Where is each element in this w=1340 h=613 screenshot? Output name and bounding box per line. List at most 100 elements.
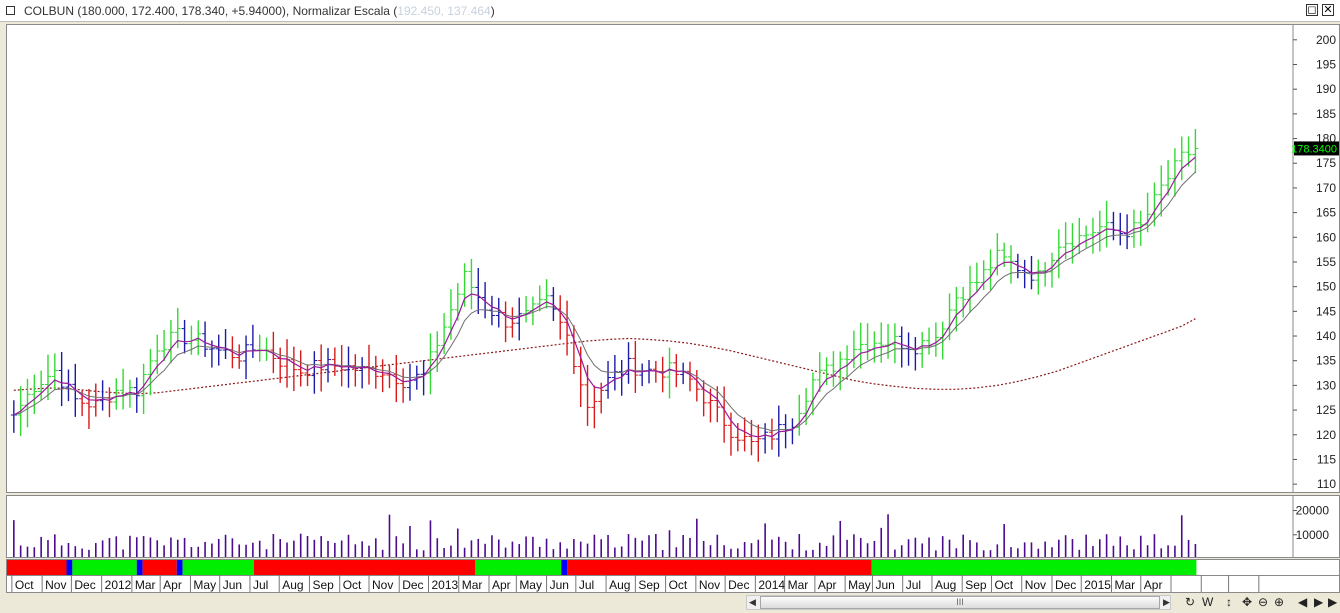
close-button[interactable]: ✕ (1322, 4, 1334, 16)
scale-values: 192.450, 137.464 (397, 4, 491, 18)
trend-band-segment (253, 560, 476, 575)
time-label: Apr (818, 578, 837, 592)
price-tick-label: 190 (1316, 82, 1336, 96)
time-label: Nov (45, 578, 66, 592)
price-tick-label: 120 (1316, 428, 1336, 442)
time-label: 2015 (1084, 578, 1111, 592)
trend-band-segment (66, 560, 73, 575)
vertical-resize-icon[interactable]: ↕ (1226, 595, 1232, 609)
trend-band-segment (561, 560, 568, 575)
ma-fast-line (13, 156, 1196, 438)
last-page-icon[interactable]: ▶ (1328, 595, 1337, 609)
zoom-in-icon[interactable]: ⊕ (1274, 595, 1284, 609)
chart-title: COLBUN (180.000, 172.400, 178.340, +5.94… (24, 4, 495, 18)
scroll-right-arrow[interactable]: ▶ (1163, 596, 1170, 609)
price-tick-label: 125 (1316, 403, 1336, 417)
price-tick-label: 135 (1316, 354, 1336, 368)
price-tick-label: 130 (1316, 378, 1336, 392)
volume-chart[interactable]: 20000 10000 (7, 496, 1340, 558)
trend-band-segment (567, 560, 872, 575)
time-label: Oct (15, 578, 34, 592)
restore-button[interactable]: ◻ (1306, 4, 1318, 16)
time-label: 2012 (105, 578, 132, 592)
price-tick-label: 140 (1316, 329, 1336, 343)
volume-tick-label: 10000 (1296, 528, 1330, 542)
price-tick-label: 155 (1316, 255, 1336, 269)
price-tick-label: 185 (1316, 107, 1336, 121)
time-label: Jun (875, 578, 894, 592)
trend-band-segment (72, 560, 137, 575)
time-label: Sep (638, 578, 660, 592)
refresh-icon[interactable]: ↻ (1185, 595, 1195, 609)
trend-band-segment (475, 560, 562, 575)
trend-band-segment (136, 560, 143, 575)
time-label: May (519, 578, 542, 592)
volume-panel[interactable]: 20000 10000 (6, 495, 1340, 558)
first-page-icon[interactable]: ◀ (1298, 595, 1307, 609)
price-tick-label: 175 (1316, 156, 1336, 170)
price-panel[interactable]: 200 195 190 185 180 175 170 165 160 155 150 145 140 1… (6, 24, 1340, 493)
time-label: Dec (402, 578, 423, 592)
time-label: Apr (163, 578, 182, 592)
scale-close: ) (490, 4, 495, 18)
time-label: 2013 (432, 578, 459, 592)
time-label: Nov (372, 578, 393, 592)
weekly-icon[interactable]: W (1202, 595, 1213, 609)
time-label: Apr (1144, 578, 1163, 592)
volume-tick-label: 20000 (1296, 504, 1330, 518)
time-label: Sep (312, 578, 334, 592)
move-icon[interactable]: ✥ (1242, 595, 1252, 609)
time-label: Dec (74, 578, 95, 592)
symbol-label: COLBUN (24, 4, 75, 18)
next-page-icon[interactable]: ▶ (1314, 595, 1323, 609)
time-label: Jul (579, 578, 594, 592)
time-label: Aug (282, 578, 303, 592)
price-tick-label: 115 (1317, 452, 1336, 466)
price-chart[interactable]: 2001951901851801751701651601551501451401… (7, 25, 1340, 493)
time-label: Sep (965, 578, 987, 592)
price-tick-label: 195 (1316, 57, 1336, 71)
time-label: 2014 (758, 578, 785, 592)
ohlc-values: (180.000, 172.400, 178.340, +5.94000), (77, 4, 290, 18)
current-price-label: 178.3400 (1291, 143, 1337, 155)
time-label: Mar (788, 578, 809, 592)
time-label: Jul (253, 578, 268, 592)
price-tick-label: 165 (1316, 206, 1336, 220)
scrollbar-thumb[interactable]: III (760, 596, 1160, 609)
time-label: Oct (669, 578, 688, 592)
ma-slow-line (13, 171, 1196, 432)
time-label: Oct (994, 578, 1013, 592)
time-label: Jul (906, 578, 921, 592)
time-label: May (848, 578, 871, 592)
trend-band-segment (871, 560, 1197, 575)
trend-band-segment (176, 560, 183, 575)
time-label: Jun (223, 578, 242, 592)
price-tick-label: 150 (1316, 280, 1336, 294)
time-axis-panel: Oct Nov Dec 2012 Mar Apr May Jun Jul Aug Sep Oct Nov… (6, 559, 1340, 593)
time-label: Nov (1025, 578, 1046, 592)
time-label: May (193, 578, 216, 592)
time-label: Apr (492, 578, 511, 592)
chart-window-titlebar: COLBUN (180.000, 172.400, 178.340, +5.94… (0, 0, 1340, 22)
time-label: Mar (135, 578, 156, 592)
price-tick-label: 110 (1317, 477, 1336, 491)
zoom-out-icon[interactable]: ⊖ (1258, 595, 1268, 609)
time-label: Dec (1055, 578, 1076, 592)
scroll-left-arrow[interactable]: ◀ (749, 596, 756, 609)
time-label: Aug (609, 578, 630, 592)
time-label: Jun (550, 578, 569, 592)
time-label: Mar (1114, 578, 1135, 592)
trend-band-segment (182, 560, 254, 575)
price-tick-label: 200 (1316, 33, 1336, 47)
time-label: Oct (343, 578, 362, 592)
time-label: Dec (728, 578, 749, 592)
trend-band-segment (142, 560, 177, 575)
price-tick-label: 145 (1316, 304, 1336, 318)
time-label: Nov (699, 578, 720, 592)
trend-band-segment (7, 560, 67, 575)
price-tick-label: 160 (1316, 230, 1336, 244)
price-tick-label: 170 (1316, 181, 1336, 195)
time-axis: Oct Nov Dec 2012 Mar Apr May Jun Jul Aug Sep Oct Nov… (7, 560, 1339, 592)
time-label: Mar (462, 578, 483, 592)
time-label: Aug (935, 578, 956, 592)
